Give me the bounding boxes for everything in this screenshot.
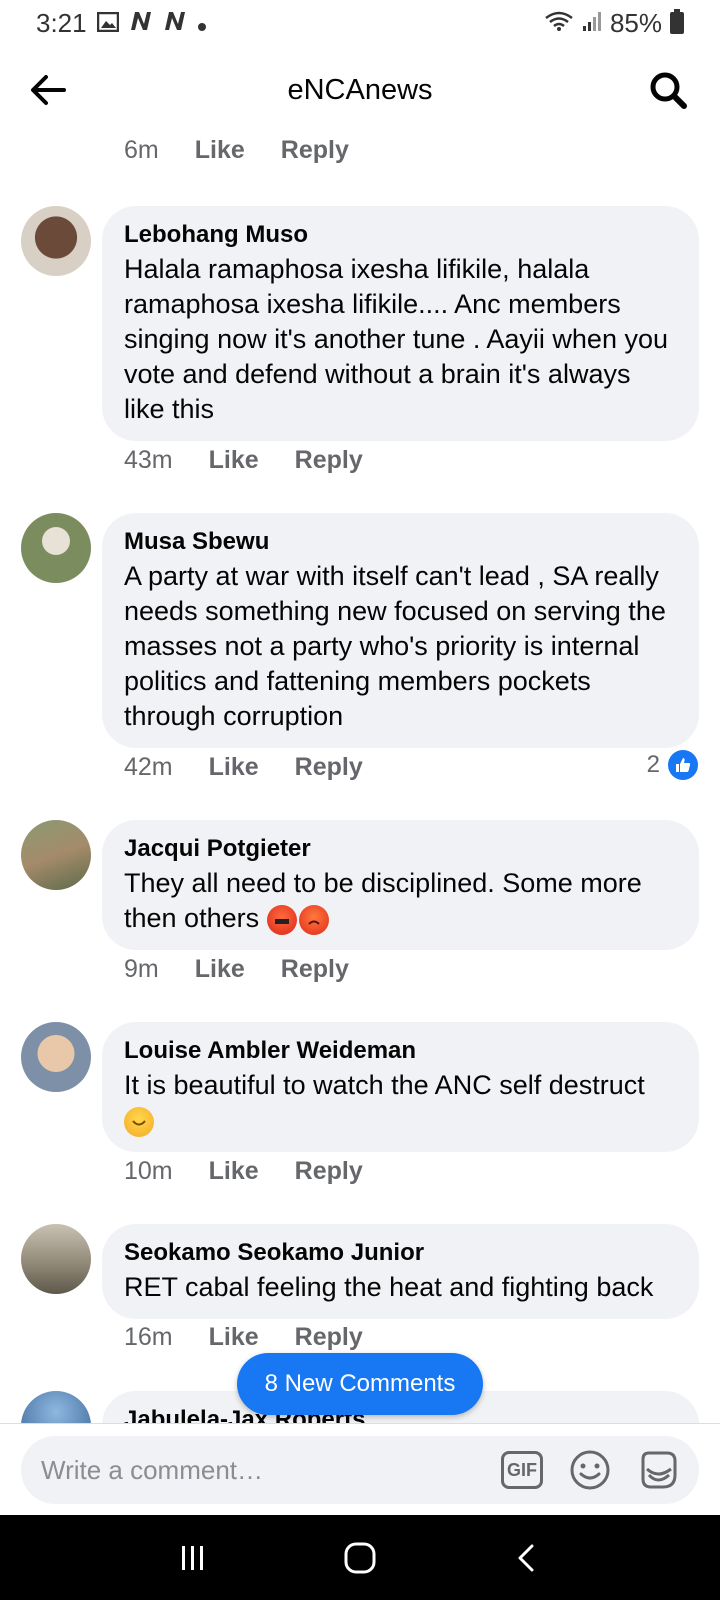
- notification-n-icon: [129, 8, 153, 39]
- reply-button[interactable]: Reply: [281, 136, 349, 165]
- comment-input[interactable]: Write a comment… GIF: [21, 1436, 699, 1504]
- search-icon[interactable]: [646, 68, 690, 112]
- status-time: 3:21: [36, 7, 87, 38]
- new-comments-button[interactable]: 8 New Comments: [237, 1353, 483, 1415]
- avatar[interactable]: [21, 820, 91, 890]
- comment-time: 9m: [124, 955, 159, 983]
- reply-button[interactable]: Reply: [295, 1323, 363, 1352]
- comment-text: RET cabal feeling the heat and fighting …: [124, 1272, 654, 1302]
- comment-text-wrap: They all need to be disciplined. Some mo…: [124, 866, 677, 936]
- reply-button[interactable]: Reply: [295, 753, 363, 782]
- like-reaction-icon: [668, 750, 698, 780]
- app-header: eNCAnews: [0, 56, 720, 124]
- like-button[interactable]: Like: [209, 1323, 259, 1352]
- commenter-name[interactable]: Louise Ambler Weideman: [124, 1036, 677, 1066]
- comment-time: 10m: [124, 1157, 173, 1185]
- comment-time: 6m: [124, 136, 159, 164]
- back-arrow-icon[interactable]: [26, 68, 70, 112]
- gallery-icon: [96, 8, 119, 39]
- comment-meta: 9m Like Reply: [124, 955, 349, 984]
- system-nav-bar: [0, 1515, 720, 1600]
- home-icon[interactable]: [340, 1538, 380, 1578]
- avatar[interactable]: [21, 1022, 91, 1092]
- comment-bubble: Lebohang Muso Halala ramaphosa ixesha li…: [102, 206, 699, 441]
- status-bar: 3:21 85%: [0, 0, 720, 46]
- comment-composer-bar: Write a comment… GIF: [0, 1423, 720, 1515]
- angry-face-emoji-icon: [298, 904, 329, 935]
- comment-bubble: Musa Sbewu A party at war with itself ca…: [102, 513, 699, 748]
- comment-text: A party at war with itself can't lead , …: [124, 561, 666, 731]
- comment-meta: 42m Like Reply: [124, 753, 363, 782]
- reply-button[interactable]: Reply: [295, 1157, 363, 1186]
- comment-meta: 6m Like Reply: [124, 136, 349, 165]
- cursing-face-emoji-icon: [266, 904, 297, 935]
- comment-text: They all need to be disciplined. Some mo…: [124, 868, 642, 933]
- like-button[interactable]: Like: [209, 753, 259, 782]
- avatar[interactable]: [21, 1224, 91, 1294]
- sticker-icon[interactable]: [637, 1449, 679, 1491]
- notification-n-icon-2: [163, 8, 187, 39]
- battery-percent: 85%: [609, 7, 662, 38]
- wifi-icon: [544, 8, 574, 39]
- comment-time: 16m: [124, 1323, 173, 1351]
- commenter-name[interactable]: Musa Sbewu: [124, 527, 677, 557]
- back-nav-icon[interactable]: [507, 1538, 547, 1578]
- emoji-icon[interactable]: [569, 1449, 611, 1491]
- commenter-name[interactable]: Jacqui Potgieter: [124, 834, 677, 864]
- like-button[interactable]: Like: [195, 136, 245, 165]
- like-button[interactable]: Like: [209, 1157, 259, 1186]
- comment-text: Halala ramaphosa ixesha lifikile, halala…: [124, 254, 668, 424]
- dot-icon: [197, 8, 207, 39]
- comment-text: It is beautiful to watch the ANC self de…: [124, 1070, 645, 1100]
- comment-text-wrap: It is beautiful to watch the ANC self de…: [124, 1068, 677, 1138]
- gif-icon[interactable]: GIF: [501, 1451, 543, 1489]
- like-button[interactable]: Like: [195, 955, 245, 984]
- recents-icon[interactable]: [173, 1538, 213, 1578]
- like-button[interactable]: Like: [209, 446, 259, 475]
- reply-button[interactable]: Reply: [281, 955, 349, 984]
- comment-bubble: Seokamo Seokamo Junior RET cabal feeling…: [102, 1224, 699, 1319]
- comment-time: 42m: [124, 753, 173, 781]
- comment-meta: 43m Like Reply: [124, 446, 363, 475]
- avatar[interactable]: [21, 1391, 91, 1423]
- commenter-name[interactable]: Lebohang Muso: [124, 220, 677, 250]
- battery-icon: [670, 9, 684, 34]
- comment-meta: 10m Like Reply: [124, 1157, 363, 1186]
- comment-bubble: Louise Ambler Weideman It is beautiful t…: [102, 1022, 699, 1152]
- signal-icon: [582, 8, 602, 39]
- avatar[interactable]: [21, 513, 91, 583]
- reaction-number: 2: [646, 751, 660, 778]
- page-title: eNCAnews: [287, 73, 433, 106]
- comment-time: 43m: [124, 446, 173, 474]
- comment-bubble: Jacqui Potgieter They all need to be dis…: [102, 820, 699, 950]
- smiling-face-emoji-icon: [124, 1106, 154, 1137]
- reaction-count[interactable]: 2: [647, 750, 698, 780]
- commenter-name[interactable]: Seokamo Seokamo Junior: [124, 1238, 677, 1268]
- avatar[interactable]: [21, 206, 91, 276]
- reply-button[interactable]: Reply: [295, 446, 363, 475]
- comment-meta: 16m Like Reply: [124, 1323, 363, 1352]
- comment-input-placeholder[interactable]: Write a comment…: [41, 1455, 501, 1486]
